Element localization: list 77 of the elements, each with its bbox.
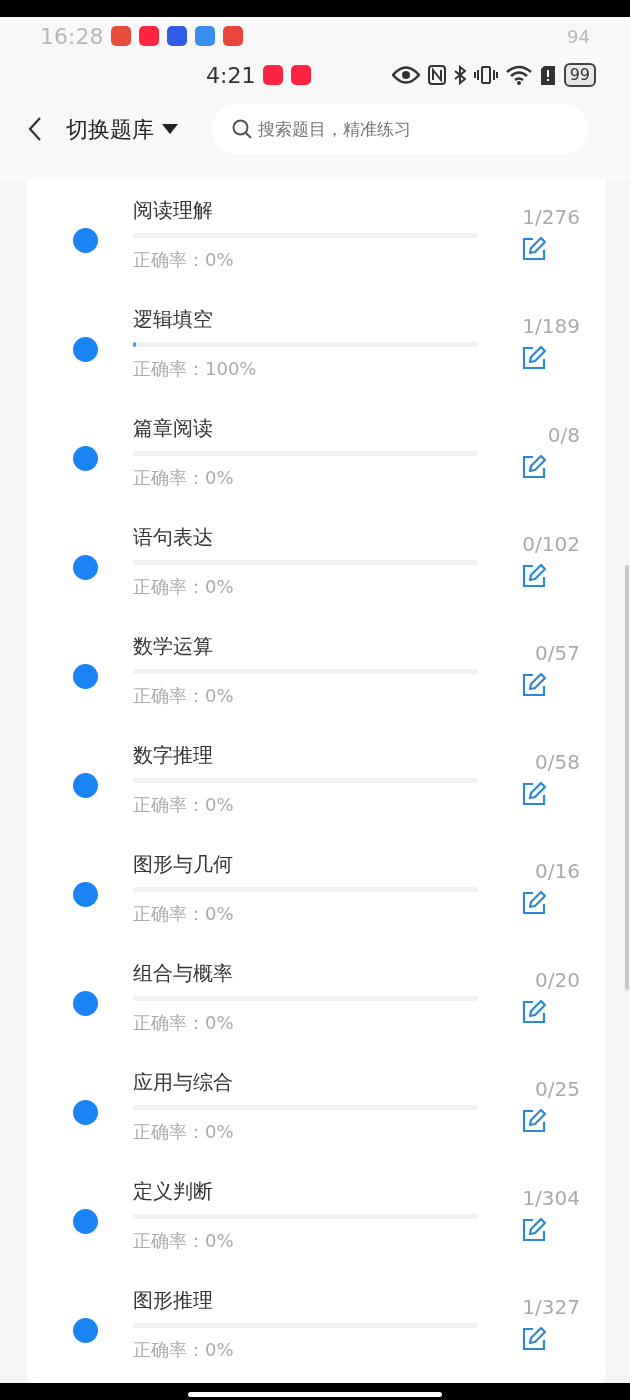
progress-count: 1/276: [522, 203, 580, 231]
progress-count: 0/58: [535, 748, 580, 776]
accuracy-text: 正确率：0%: [133, 792, 235, 817]
app-icon: [111, 26, 132, 46]
caret-icon: [162, 124, 178, 134]
progress-count: 0/25: [535, 1075, 580, 1103]
category-name: 篇章阅读: [133, 414, 214, 441]
accuracy-text: 正确率：0%: [133, 683, 235, 708]
accuracy-text: 正确率：0%: [133, 1119, 235, 1144]
status-dot: [73, 1209, 98, 1234]
progress-count: 0/8: [547, 421, 580, 449]
status-dot: [73, 1100, 98, 1125]
status-dot: [73, 882, 98, 907]
search-icon: [232, 119, 252, 139]
category-name: 语句表达: [133, 523, 214, 550]
edit-icon[interactable]: [521, 1107, 547, 1134]
status-dot: [73, 555, 98, 580]
edit-icon[interactable]: [521, 453, 547, 480]
category-name: 组合与概率: [133, 959, 234, 986]
status-dot: [73, 337, 98, 362]
progress-count: 0/57: [535, 639, 580, 667]
accuracy-text: 正确率：0%: [133, 1337, 235, 1362]
progress-count: 1/304: [522, 1184, 580, 1212]
edit-icon[interactable]: [521, 562, 547, 589]
status-dot: [73, 773, 98, 798]
back-icon[interactable]: [28, 117, 42, 141]
battery-level: 94: [567, 24, 590, 49]
accuracy-text: 正确率：100%: [133, 356, 258, 381]
category-name: 数字推理: [133, 741, 214, 768]
accuracy-text: 正确率：0%: [133, 901, 235, 926]
progress-count: 0/20: [535, 966, 580, 994]
edit-icon[interactable]: [521, 889, 547, 916]
status-time: 4:21: [206, 61, 256, 90]
status-dot: [73, 1318, 98, 1343]
search-field[interactable]: 搜索题目，精准练习: [212, 104, 588, 154]
edit-icon[interactable]: [521, 344, 547, 371]
category-name: 阅读理解: [133, 196, 214, 223]
app-icon: [167, 26, 188, 46]
vibrate-icon: [473, 65, 498, 85]
app-icon: [263, 65, 284, 85]
category-name: 数学运算: [133, 632, 214, 659]
app-icon: [195, 26, 216, 46]
accuracy-text: 正确率：0%: [133, 1228, 235, 1253]
eye-icon: [391, 66, 420, 84]
category-name: 应用与综合: [133, 1068, 234, 1095]
accuracy-text: 正确率：0%: [133, 1010, 235, 1035]
progress-count: 1/189: [522, 312, 580, 340]
category-name: 定义判断: [133, 1177, 214, 1204]
accuracy-text: 正确率：0%: [133, 465, 235, 490]
status-dot: [73, 228, 98, 253]
status-dot: [73, 991, 98, 1016]
sim-alert-icon: [539, 65, 556, 85]
edit-icon[interactable]: [521, 780, 547, 807]
bank-switcher[interactable]: 切换题库: [66, 112, 178, 146]
app-icon: [223, 26, 244, 46]
bluetooth-icon: [453, 65, 466, 85]
accuracy-text: 正确率：0%: [133, 574, 235, 599]
status-dot: [73, 664, 98, 689]
status-time: 16:28: [40, 22, 104, 51]
progress-count: 1/327: [522, 1293, 580, 1321]
progress-count: 0/102: [522, 530, 580, 558]
edit-icon[interactable]: [521, 998, 547, 1025]
accuracy-text: 正确率：0%: [133, 247, 235, 272]
category-name: 图形推理: [133, 1286, 214, 1313]
app-icon: [291, 65, 312, 85]
progress-count: 0/16: [535, 857, 580, 885]
edit-icon[interactable]: [521, 235, 547, 262]
edit-icon[interactable]: [521, 1325, 547, 1352]
app-icon: [139, 26, 160, 46]
wifi-icon: [505, 65, 532, 85]
category-name: 图形与几何: [133, 850, 234, 877]
nfc-icon: [427, 65, 446, 85]
category-name: 逻辑填空: [133, 305, 214, 332]
edit-icon[interactable]: [521, 671, 547, 698]
edit-icon[interactable]: [521, 1216, 547, 1243]
battery-level: 99: [563, 63, 596, 87]
status-dot: [73, 446, 98, 471]
